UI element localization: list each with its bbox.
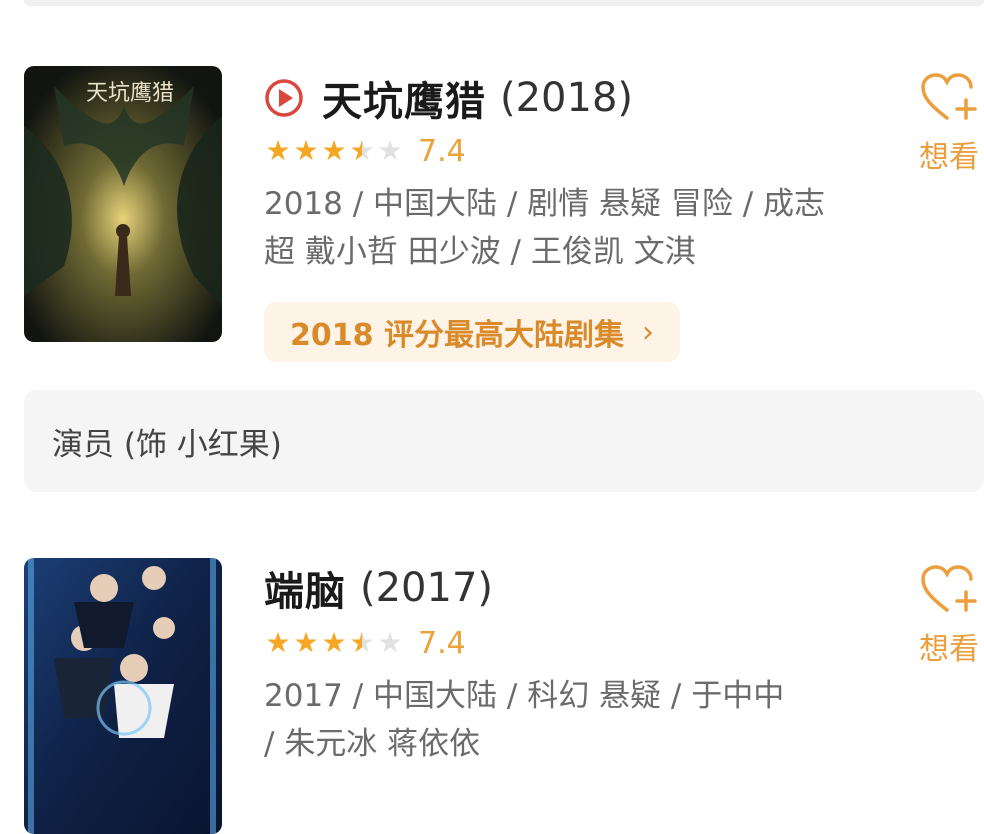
chevron-right-icon: › (641, 314, 654, 350)
poster-image-1[interactable]: 天坑鹰猎 (24, 66, 222, 342)
rating-row-2: ★ ★ ★ ★ ★ 7.4 (264, 625, 466, 661)
play-icon[interactable] (264, 78, 304, 118)
wechat-icon (827, 706, 862, 733)
title-row-1: 天坑鹰猎 (2018) (264, 70, 633, 126)
watermark-text: 刘空青 (872, 708, 951, 738)
poster-title-text: 天坑鹰猎 (86, 81, 174, 106)
rating-row-1: ★ ★ ★ ★ ★ 7.4 (264, 133, 466, 169)
star-full-icon: ★ (265, 134, 291, 167)
role-bar: 演员 (饰 小红果) (24, 390, 984, 492)
star-rating: ★ ★ ★ ★ ★ (264, 629, 404, 657)
heart-plus-icon (921, 565, 977, 612)
poster-image-2[interactable] (24, 558, 222, 834)
star-full-icon: ★ (321, 134, 347, 167)
star-full-icon: ★ (293, 626, 319, 659)
watermark: 刘空青 (826, 702, 950, 739)
star-half-icon: ★ (349, 626, 375, 659)
top-divider (24, 0, 984, 6)
rating-score: 7.4 (418, 625, 466, 661)
ranking-tag-label: 2018 评分最高大陆剧集 (290, 318, 624, 353)
drama-year: (2018) (500, 75, 634, 121)
star-rating: ★ ★ ★ ★ ★ (264, 137, 404, 165)
star-empty-icon: ★ (377, 134, 403, 167)
drama-year: (2017) (360, 565, 494, 611)
star-half-icon: ★ (349, 134, 375, 167)
star-empty-icon: ★ (377, 626, 403, 659)
want-to-watch-button[interactable]: 想看 (914, 72, 984, 176)
role-text: 演员 (饰 小红果) (52, 426, 282, 463)
drama-meta: 2018 / 中国大陆 / 剧情 悬疑 冒险 / 成志超 戴小哲 田少波 / 王… (264, 186, 826, 270)
heart-plus-icon (921, 73, 977, 120)
drama-title[interactable]: 端脑 (264, 559, 346, 617)
want-label: 想看 (919, 632, 979, 667)
ranking-tag[interactable]: 2018 评分最高大陆剧集 › (264, 302, 680, 362)
star-full-icon: ★ (293, 134, 319, 167)
drama-card-1[interactable]: 天坑鹰猎 天坑鹰猎 (2018) ★ ★ ★ ★ ★ 7.4 2018 / 中国… (24, 66, 984, 366)
drama-title[interactable]: 天坑鹰猎 (322, 69, 486, 127)
rating-score: 7.4 (418, 133, 466, 169)
star-full-icon: ★ (265, 626, 291, 659)
want-to-watch-button[interactable]: 想看 (914, 564, 984, 668)
star-full-icon: ★ (321, 626, 347, 659)
drama-meta: 2017 / 中国大陆 / 科幻 悬疑 / 于中中 / 朱元冰 蒋依依 (264, 678, 785, 762)
title-row-2: 端脑 (2017) (264, 560, 493, 616)
want-label: 想看 (919, 140, 979, 175)
